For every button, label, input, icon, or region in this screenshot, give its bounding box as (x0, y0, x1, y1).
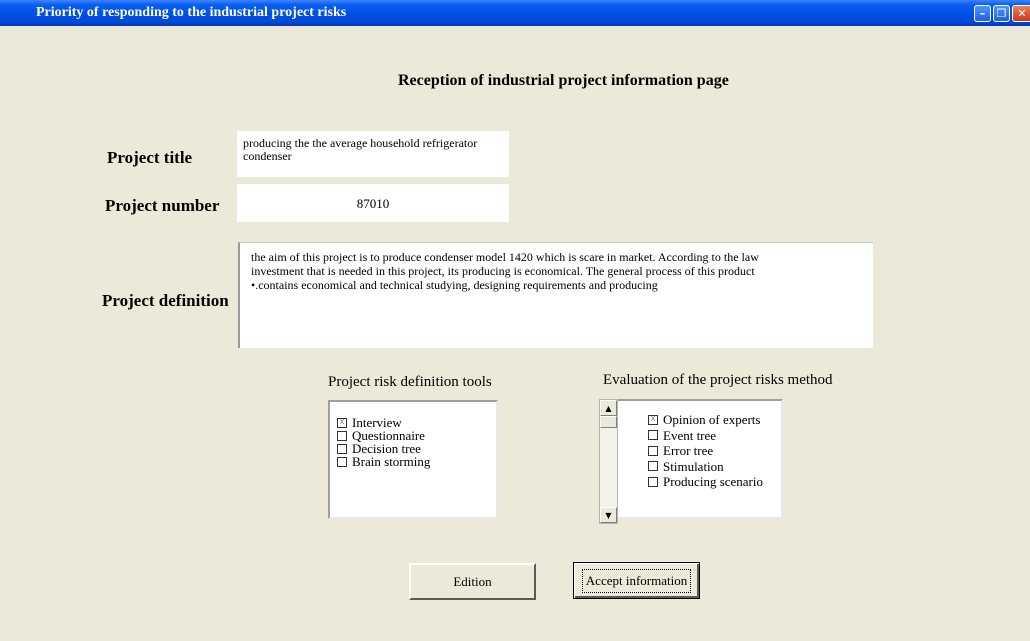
scroll-down-button[interactable]: ▼ (600, 507, 617, 523)
method-label: Opinion of experts (663, 412, 761, 428)
checkbox[interactable] (337, 443, 347, 454)
checkbox[interactable] (337, 430, 347, 441)
minimize-icon: – (979, 7, 986, 20)
project-number-input[interactable]: 87010 (237, 184, 509, 222)
risk-tool-label: Brain storming (352, 454, 431, 469)
definition-line-3: •.contains economical and technical stud… (251, 278, 658, 292)
checkbox[interactable] (337, 456, 347, 467)
close-icon: ✕ (1017, 7, 1027, 20)
method-error-tree[interactable]: Error tree (648, 443, 781, 459)
accept-button-label: Accept information (581, 568, 692, 593)
page-heading: Reception of industrial project informat… (398, 72, 729, 89)
accept-information-button[interactable]: Accept information (573, 562, 700, 599)
definition-line-2: investment that is needed in this projec… (251, 264, 755, 278)
scroll-thumb[interactable] (600, 416, 617, 428)
risk-tools-list: X Interview Questionnaire Decision tree … (328, 400, 498, 519)
method-opinion-of-experts[interactable]: X Opinion of experts (648, 412, 781, 428)
evaluation-methods-title: Evaluation of the project risks method (603, 372, 833, 388)
restore-icon: ❐ (996, 7, 1007, 20)
window-title: Priority of responding to the industrial… (36, 5, 347, 20)
project-title-line-2: condenser (243, 149, 292, 163)
method-label: Error tree (663, 443, 714, 459)
checkbox[interactable] (648, 445, 658, 456)
project-number-label: Project number (105, 196, 220, 215)
scroll-up-button[interactable]: ▲ (600, 400, 617, 416)
arrow-up-icon: ▲ (605, 403, 612, 413)
evaluation-scrollbar[interactable]: ▲ ▼ (599, 399, 618, 524)
method-label: Event tree (663, 427, 717, 443)
evaluation-methods-list: X Opinion of experts Event tree Error tr… (618, 399, 783, 519)
project-definition-label: Project definition (102, 291, 229, 310)
title-bar: Priority of responding to the industrial… (0, 0, 1030, 26)
minimize-button[interactable]: – (974, 5, 991, 22)
restore-button[interactable]: ❐ (993, 5, 1010, 22)
risk-tool-brain-storming[interactable]: Brain storming (337, 455, 496, 468)
method-stimulation[interactable]: Stimulation (648, 459, 781, 475)
checkbox[interactable] (648, 461, 658, 472)
checkbox-checked[interactable]: X (648, 414, 658, 425)
project-title-label: Project title (107, 148, 193, 167)
checkbox[interactable] (648, 476, 658, 487)
checkbox[interactable] (648, 430, 658, 441)
arrow-down-icon: ▼ (605, 510, 612, 520)
edition-button-label: Edition (453, 573, 492, 589)
edition-button[interactable]: Edition (409, 563, 536, 600)
method-event-tree[interactable]: Event tree (648, 428, 781, 444)
method-producing-scenario[interactable]: Producing scenario (648, 474, 781, 490)
risk-tools-title: Project risk definition tools (328, 374, 492, 390)
close-button[interactable]: ✕ (1012, 5, 1030, 22)
definition-line-1: the aim of this project is to produce co… (251, 250, 759, 264)
checkbox-checked[interactable]: X (337, 417, 347, 428)
method-label: Stimulation (663, 458, 724, 474)
method-label: Producing scenario (663, 474, 764, 490)
project-title-input[interactable]: producing the the average household refr… (237, 131, 509, 177)
project-definition-textarea[interactable]: the aim of this project is to produce co… (238, 242, 873, 348)
